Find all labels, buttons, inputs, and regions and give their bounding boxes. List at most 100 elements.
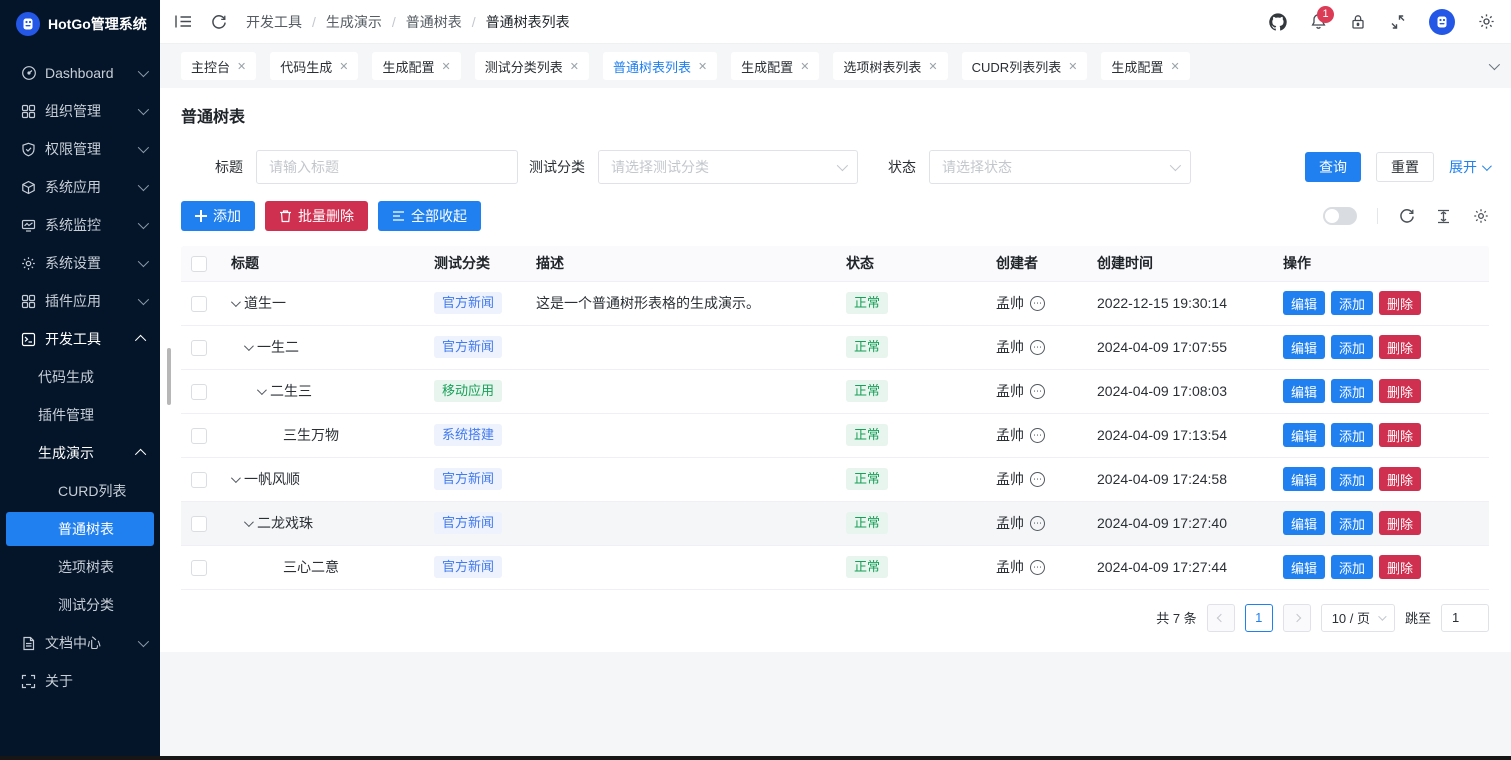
table-row[interactable]: 二龙戏珠 官方新闻 正常 孟帅⋯ 2024-04-09 17:27:40 编辑添… bbox=[181, 501, 1489, 545]
breadcrumb-item[interactable]: 普通树表 bbox=[406, 12, 462, 32]
fullscreen-icon[interactable] bbox=[1389, 13, 1407, 31]
striped-toggle[interactable] bbox=[1323, 207, 1357, 225]
delete-button[interactable]: 删除 bbox=[1379, 335, 1421, 359]
table-row[interactable]: 道生一 官方新闻 这是一个普通树形表格的生成演示。 正常 孟帅⋯ 2022-12… bbox=[181, 281, 1489, 325]
delete-button[interactable]: 删除 bbox=[1379, 511, 1421, 535]
prev-page-button[interactable] bbox=[1207, 604, 1235, 632]
creator-detail-icon[interactable]: ⋯ bbox=[1030, 472, 1045, 487]
row-checkbox[interactable] bbox=[191, 340, 207, 356]
reload-table-icon[interactable] bbox=[1398, 208, 1415, 225]
tree-collapse-icon[interactable] bbox=[231, 297, 241, 307]
table-row[interactable]: 三心二意 官方新闻 正常 孟帅⋯ 2024-04-09 17:27:44 编辑添… bbox=[181, 545, 1489, 589]
close-icon[interactable]: ✕ bbox=[570, 60, 579, 73]
jump-page-input[interactable]: 1 bbox=[1441, 604, 1489, 632]
expand-filters-link[interactable]: 展开 bbox=[1449, 157, 1489, 177]
edit-button[interactable]: 编辑 bbox=[1283, 467, 1325, 491]
delete-button[interactable]: 删除 bbox=[1379, 291, 1421, 315]
tab-test-category-list[interactable]: 测试分类列表✕ bbox=[475, 52, 589, 80]
select-all-checkbox[interactable] bbox=[191, 256, 207, 272]
tab-gen-config-2[interactable]: 生成配置✕ bbox=[731, 52, 819, 80]
sidebar-item-system-settings[interactable]: 系统设置 bbox=[0, 244, 160, 282]
sidebar-item-system-monitor[interactable]: 系统监控 bbox=[0, 206, 160, 244]
close-icon[interactable]: ✕ bbox=[339, 60, 348, 73]
add-child-button[interactable]: 添加 bbox=[1331, 511, 1373, 535]
edit-button[interactable]: 编辑 bbox=[1283, 379, 1325, 403]
delete-button[interactable]: 删除 bbox=[1379, 467, 1421, 491]
tab-code-gen[interactable]: 代码生成✕ bbox=[270, 52, 358, 80]
sidebar-item-plugin-app[interactable]: 插件应用 bbox=[0, 282, 160, 320]
row-checkbox[interactable] bbox=[191, 428, 207, 444]
app-logo[interactable]: HotGo管理系统 bbox=[0, 0, 160, 48]
edit-button[interactable]: 编辑 bbox=[1283, 511, 1325, 535]
creator-detail-icon[interactable]: ⋯ bbox=[1030, 560, 1045, 575]
collapse-all-button[interactable]: 全部收起 bbox=[378, 201, 481, 231]
row-checkbox[interactable] bbox=[191, 560, 207, 576]
close-icon[interactable]: ✕ bbox=[928, 60, 937, 73]
sidebar-item-doc-center[interactable]: 文档中心 bbox=[0, 624, 160, 662]
add-child-button[interactable]: 添加 bbox=[1331, 467, 1373, 491]
tab-gen-config-1[interactable]: 生成配置✕ bbox=[372, 52, 460, 80]
creator-detail-icon[interactable]: ⋯ bbox=[1030, 384, 1045, 399]
add-child-button[interactable]: 添加 bbox=[1331, 423, 1373, 447]
tab-overflow-chevron-icon[interactable] bbox=[1489, 57, 1497, 75]
close-icon[interactable]: ✕ bbox=[1068, 60, 1077, 73]
breadcrumb-item[interactable]: 开发工具 bbox=[246, 12, 302, 32]
sidebar-item-gen-demo[interactable]: 生成演示 bbox=[0, 434, 160, 472]
close-icon[interactable]: ✕ bbox=[441, 60, 450, 73]
reset-button[interactable]: 重置 bbox=[1376, 152, 1434, 182]
edit-button[interactable]: 编辑 bbox=[1283, 291, 1325, 315]
tree-collapse-icon[interactable] bbox=[231, 473, 241, 483]
close-icon[interactable]: ✕ bbox=[698, 60, 707, 73]
row-checkbox[interactable] bbox=[191, 296, 207, 312]
tree-collapse-icon[interactable] bbox=[244, 341, 254, 351]
row-checkbox[interactable] bbox=[191, 516, 207, 532]
batch-delete-button[interactable]: 批量删除 bbox=[265, 201, 368, 231]
row-checkbox[interactable] bbox=[191, 472, 207, 488]
sidebar-item-code-gen[interactable]: 代码生成 bbox=[0, 358, 160, 396]
status-filter-select[interactable]: 请选择状态 bbox=[929, 150, 1191, 184]
page-size-select[interactable]: 10 / 页 bbox=[1321, 604, 1395, 632]
table-row[interactable]: 一生二 官方新闻 正常 孟帅⋯ 2024-04-09 17:07:55 编辑添加… bbox=[181, 325, 1489, 369]
refresh-icon[interactable] bbox=[210, 13, 228, 31]
title-filter-input[interactable]: 请输入标题 bbox=[256, 150, 518, 184]
sidebar-item-dashboard[interactable]: Dashboard bbox=[0, 54, 160, 92]
user-avatar[interactable] bbox=[1429, 9, 1455, 35]
add-button[interactable]: 添加 bbox=[181, 201, 255, 231]
close-icon[interactable]: ✕ bbox=[800, 60, 809, 73]
delete-button[interactable]: 删除 bbox=[1379, 379, 1421, 403]
search-button[interactable]: 查询 bbox=[1305, 152, 1361, 182]
sidebar-item-normal-tree[interactable]: 普通树表 bbox=[6, 512, 154, 546]
settings-gear-icon[interactable] bbox=[1477, 13, 1495, 31]
sidebar-item-option-tree[interactable]: 选项树表 bbox=[0, 548, 160, 586]
tree-collapse-icon[interactable] bbox=[244, 517, 254, 527]
tab-console[interactable]: 主控台✕ bbox=[181, 52, 256, 80]
add-child-button[interactable]: 添加 bbox=[1331, 555, 1373, 579]
add-child-button[interactable]: 添加 bbox=[1331, 291, 1373, 315]
creator-detail-icon[interactable]: ⋯ bbox=[1030, 428, 1045, 443]
sidebar-item-curd-list[interactable]: CURD列表 bbox=[0, 472, 160, 510]
sidebar-item-permission[interactable]: 权限管理 bbox=[0, 130, 160, 168]
tree-collapse-icon[interactable] bbox=[257, 385, 267, 395]
add-child-button[interactable]: 添加 bbox=[1331, 335, 1373, 359]
sidebar-collapse-icon[interactable] bbox=[174, 13, 192, 31]
tab-normal-tree-list[interactable]: 普通树表列表✕ bbox=[603, 52, 717, 80]
creator-detail-icon[interactable]: ⋯ bbox=[1030, 296, 1045, 311]
creator-detail-icon[interactable]: ⋯ bbox=[1030, 340, 1045, 355]
sidebar-item-plugin-manage[interactable]: 插件管理 bbox=[0, 396, 160, 434]
table-row[interactable]: 三生万物 系统搭建 正常 孟帅⋯ 2024-04-09 17:13:54 编辑添… bbox=[181, 413, 1489, 457]
breadcrumb-item[interactable]: 生成演示 bbox=[326, 12, 382, 32]
next-page-button[interactable] bbox=[1283, 604, 1311, 632]
sidebar-item-system-app[interactable]: 系统应用 bbox=[0, 168, 160, 206]
table-row[interactable]: 一帆风顺 官方新闻 正常 孟帅⋯ 2024-04-09 17:24:58 编辑添… bbox=[181, 457, 1489, 501]
creator-detail-icon[interactable]: ⋯ bbox=[1030, 516, 1045, 531]
sidebar-item-about[interactable]: 关于 bbox=[0, 662, 160, 700]
edit-button[interactable]: 编辑 bbox=[1283, 423, 1325, 447]
category-filter-select[interactable]: 请选择测试分类 bbox=[598, 150, 858, 184]
delete-button[interactable]: 删除 bbox=[1379, 555, 1421, 579]
tab-option-tree-list[interactable]: 选项树表列表✕ bbox=[833, 52, 947, 80]
tab-gen-config-3[interactable]: 生成配置✕ bbox=[1101, 52, 1189, 80]
row-checkbox[interactable] bbox=[191, 384, 207, 400]
content-scrollbar[interactable] bbox=[167, 348, 171, 405]
sidebar-item-dev-tools[interactable]: 开发工具 bbox=[0, 320, 160, 358]
column-settings-gear-icon[interactable] bbox=[1472, 208, 1489, 225]
